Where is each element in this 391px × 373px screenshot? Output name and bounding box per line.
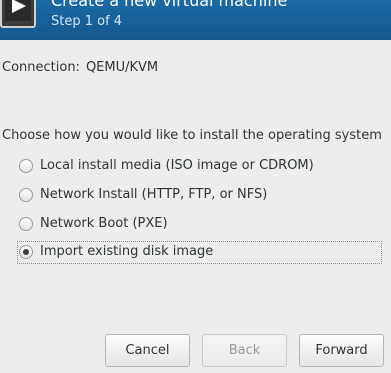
forward-button[interactable]: Forward <box>299 334 384 367</box>
wizard-title: Create a new virtual machine <box>51 0 288 10</box>
wizard-step-indicator: Step 1 of 4 <box>51 14 123 29</box>
new-vm-wizard-window: Create a new virtual machine Step 1 of 4… <box>0 0 391 373</box>
wizard-header: Create a new virtual machine Step 1 of 4 <box>0 0 391 40</box>
radio-button[interactable] <box>19 159 33 173</box>
connection-label: Connection: <box>2 60 80 75</box>
radio-button[interactable] <box>19 217 33 231</box>
connection-row: Connection: QEMU/KVM <box>2 60 158 75</box>
radio-label[interactable]: Import existing disk image <box>40 244 213 259</box>
radio-network-install[interactable]: Network Install (HTTP, FTP, or NFS) <box>17 184 382 207</box>
connection-value: QEMU/KVM <box>85 60 159 75</box>
radio-button[interactable] <box>19 188 33 202</box>
radio-button-selected[interactable] <box>19 245 33 259</box>
radio-label[interactable]: Network Install (HTTP, FTP, or NFS) <box>40 187 267 202</box>
cancel-button[interactable]: Cancel <box>105 334 190 367</box>
radio-network-boot[interactable]: Network Boot (PXE) <box>17 213 382 236</box>
back-button[interactable]: Back <box>202 334 287 367</box>
radio-import-disk-image[interactable]: Import existing disk image <box>17 241 382 264</box>
install-method-prompt: Choose how you would like to install the… <box>2 128 382 143</box>
radio-dot-icon <box>23 249 29 255</box>
radio-local-install-media[interactable]: Local install media (ISO image or CDROM) <box>17 155 382 178</box>
radio-label[interactable]: Local install media (ISO image or CDROM) <box>40 158 314 173</box>
virtual-machine-icon <box>0 0 36 28</box>
radio-label[interactable]: Network Boot (PXE) <box>40 216 168 231</box>
